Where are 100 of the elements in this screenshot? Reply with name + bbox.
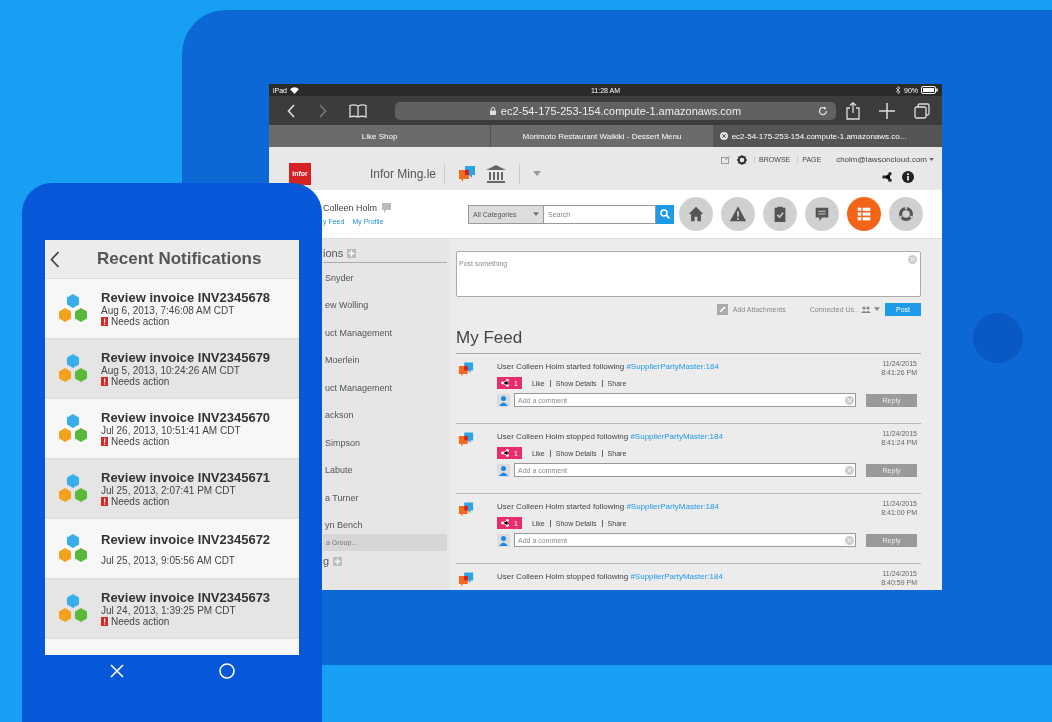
hexagons-icon bbox=[57, 412, 89, 445]
notification-title: Review invoice INV2345678 bbox=[101, 290, 271, 305]
notification-title: Review invoice INV2345672 bbox=[101, 531, 271, 547]
user-icon bbox=[497, 463, 510, 477]
activity-text: User Colleen Holm stopped following #SupplierPartyMaster:184 bbox=[497, 432, 723, 443]
hexagons-icon bbox=[57, 592, 89, 625]
bluetooth-icon bbox=[896, 86, 901, 94]
paperclip-icon bbox=[716, 303, 728, 315]
hexagons-icon bbox=[57, 472, 89, 505]
notification-date: Jul 26, 2013, 10:51:41 AM CDT bbox=[101, 425, 242, 436]
alert-icon bbox=[101, 617, 108, 626]
alert-icon bbox=[101, 317, 108, 326]
status-text: Needs action bbox=[111, 616, 170, 627]
chat-bubbles-icon bbox=[458, 361, 474, 378]
notification-item[interactable]: Review invoice INV2345672 Jul 25, 2013, 9:05:56 AM CDT bbox=[45, 519, 299, 579]
sidebar-item[interactable]: uct Management bbox=[323, 319, 447, 347]
bank-icon[interactable] bbox=[486, 164, 507, 183]
forward-icon[interactable] bbox=[318, 103, 327, 118]
activity-text: User Colleen Holm started following #SupplierPartyMaster:184 bbox=[497, 502, 719, 513]
settings-icon[interactable] bbox=[737, 154, 748, 165]
status-text: Needs action bbox=[111, 376, 170, 387]
share-icon[interactable] bbox=[882, 171, 892, 182]
hexagons-icon bbox=[57, 352, 89, 385]
notification-date: Jul 25, 2013, 2:07:41 PM CDT bbox=[101, 485, 237, 496]
notification-date: Jul 25, 2013, 9:05:56 AM CDT bbox=[101, 554, 236, 566]
close-icon[interactable] bbox=[109, 664, 124, 678]
feed-title: My Feed bbox=[456, 328, 921, 354]
book-icon[interactable] bbox=[349, 103, 367, 118]
home-icon bbox=[687, 205, 705, 223]
notification-title: Review invoice INV2345673 bbox=[101, 590, 271, 605]
activity-text: User Colleen Holm started following #SupplierPartyMaster:184 bbox=[497, 362, 719, 373]
chat-bubbles-icon bbox=[458, 501, 474, 518]
nav-button[interactable] bbox=[805, 197, 839, 231]
sidebar-item[interactable]: ew Wolling bbox=[323, 291, 447, 319]
circle-icon[interactable] bbox=[218, 663, 235, 679]
hexagons-icon bbox=[57, 532, 89, 565]
section-title: g bbox=[323, 555, 330, 567]
search-button[interactable] bbox=[656, 204, 674, 224]
reload-icon[interactable] bbox=[818, 105, 828, 116]
notification-title: Review invoice INV2345679 bbox=[101, 350, 271, 365]
sidebar-item[interactable]: Simpson bbox=[323, 429, 447, 457]
status-text: Needs action bbox=[111, 436, 170, 447]
nav-button[interactable] bbox=[763, 197, 797, 231]
app-name: Infor Ming.le bbox=[370, 166, 437, 181]
tabs-icon[interactable] bbox=[914, 102, 930, 119]
lock-icon bbox=[489, 106, 496, 115]
chat-bubbles-icon bbox=[458, 571, 474, 588]
user-menu[interactable]: cholm@lawsoncloud.com bbox=[836, 155, 934, 164]
sidebar-item[interactable]: Labute bbox=[323, 456, 447, 484]
section-title: ions bbox=[323, 247, 344, 259]
nav-button[interactable] bbox=[679, 197, 713, 231]
alert-icon bbox=[101, 437, 108, 446]
chat-icon bbox=[382, 203, 392, 213]
address-bar[interactable]: ec2-54-175-253-154.compute-1.amazonaws.com bbox=[395, 101, 836, 120]
nav-button[interactable] bbox=[721, 197, 755, 231]
list-icon bbox=[855, 205, 873, 223]
user-name: Colleen Holm bbox=[323, 203, 378, 213]
comment-icon bbox=[813, 205, 831, 223]
alert-icon bbox=[101, 377, 108, 386]
notification-title: Review invoice INV2345671 bbox=[101, 470, 271, 485]
screen-title: Recent Notifications bbox=[97, 249, 262, 269]
chat-bubbles-icon[interactable] bbox=[458, 164, 477, 183]
notification-date: Aug 5, 2013, 10:24:26 AM CDT bbox=[101, 365, 241, 376]
notification-date: Jul 24, 2013, 1:39:25 PM CDT bbox=[101, 605, 237, 616]
plus-icon[interactable] bbox=[879, 102, 895, 119]
browser-tab[interactable]: ec2-54-175-253-154.compute-1.amazonaws.co... bbox=[713, 125, 942, 147]
share-icon bbox=[501, 449, 509, 457]
ring-icon bbox=[897, 205, 915, 223]
sidebar-item[interactable]: ackson bbox=[323, 401, 447, 429]
status-text: Needs action bbox=[111, 496, 170, 507]
nav-button[interactable] bbox=[889, 197, 923, 231]
notification-item[interactable]: Review invoice INV2345670 Jul 26, 2013, 10:51:41 AM CDT Needs action bbox=[45, 399, 299, 459]
activity-text: User Colleen Holm stopped following #SupplierPartyMaster:184 bbox=[497, 572, 723, 583]
sidebar-item[interactable]: Moerlein bbox=[323, 346, 447, 374]
notification-item[interactable]: Review invoice INV2345671 Jul 25, 2013, 2:07:41 PM CDT Needs action bbox=[45, 459, 299, 519]
notification-title: Review invoice INV2345670 bbox=[101, 410, 271, 425]
hexagons-icon bbox=[57, 292, 89, 325]
share-icon bbox=[501, 379, 509, 387]
caret-icon bbox=[929, 158, 934, 161]
sidebar-item[interactable]: Snyder bbox=[323, 264, 447, 292]
user-icon bbox=[497, 533, 510, 547]
info-icon[interactable] bbox=[902, 170, 914, 183]
search-icon bbox=[660, 209, 670, 219]
alert-icon bbox=[101, 497, 108, 506]
status-text: Needs action bbox=[111, 316, 170, 327]
caret-icon bbox=[874, 307, 880, 311]
caret-icon bbox=[533, 212, 539, 216]
notification-date: Aug 6, 2013, 7:46:08 AM CDT bbox=[101, 305, 236, 316]
share-icon bbox=[501, 519, 509, 527]
sidebar-item[interactable]: uct Management bbox=[323, 374, 447, 402]
notification-item[interactable]: Review invoice INV2345678 Aug 6, 2013, 7:46:08 AM CDT Needs action bbox=[45, 279, 299, 339]
nav-button[interactable] bbox=[847, 197, 881, 231]
close-icon[interactable] bbox=[719, 132, 728, 140]
people-icon bbox=[861, 305, 871, 313]
battery-icon bbox=[921, 86, 938, 94]
back-icon[interactable] bbox=[50, 250, 60, 268]
sidebar-item[interactable]: a Turner bbox=[323, 484, 447, 512]
notification-item[interactable]: Review invoice INV2345673 Jul 24, 2013, 1:39:25 PM CDT Needs action bbox=[45, 579, 299, 639]
wifi-icon bbox=[290, 86, 299, 94]
notification-item[interactable]: Review invoice INV2345679 Aug 5, 2013, 10:24:26 AM CDT Needs action bbox=[45, 339, 299, 399]
